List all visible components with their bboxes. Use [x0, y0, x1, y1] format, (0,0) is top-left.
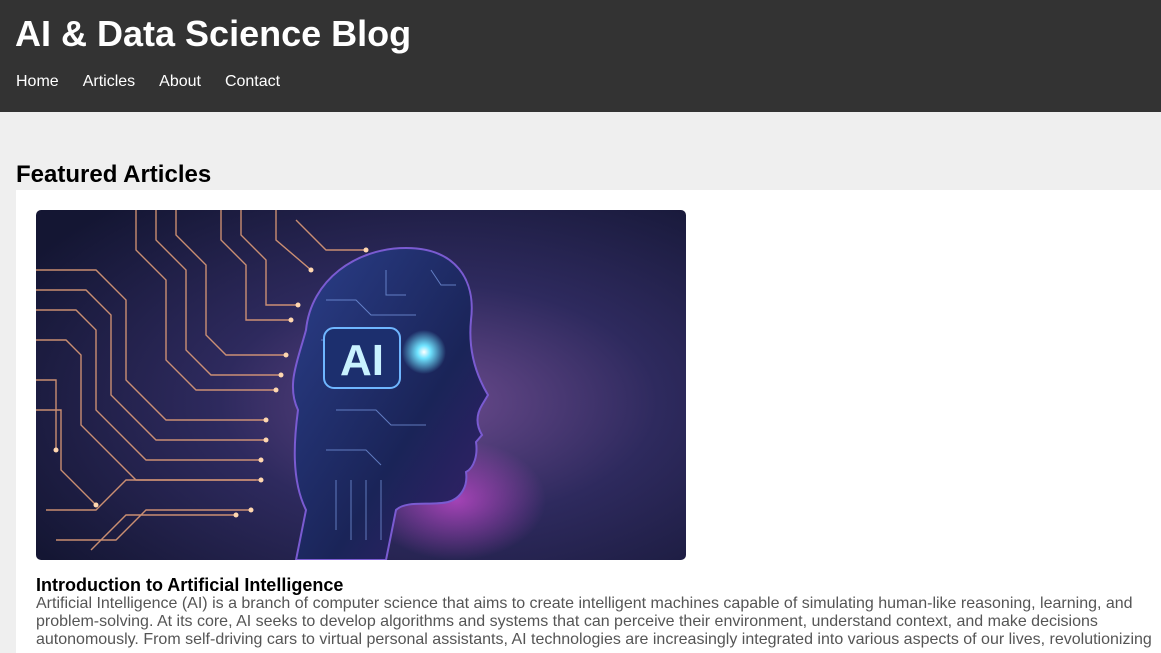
nav-link-contact[interactable]: Contact	[225, 72, 280, 92]
site-title: AI & Data Science Blog	[15, 13, 412, 54]
article-excerpt: Artificial Intelligence (AI) is a branch…	[36, 595, 1152, 648]
nav-link-articles[interactable]: Articles	[83, 72, 135, 92]
article-card: AI Introduction to Artificial Intelligen…	[16, 190, 1161, 653]
nav-link-about[interactable]: About	[159, 72, 201, 92]
ai-head-circuit-illustration-icon: AI	[36, 210, 686, 560]
article-image[interactable]: AI	[36, 210, 686, 560]
nav-link-home[interactable]: Home	[16, 72, 59, 92]
section-title-featured: Featured Articles	[16, 161, 212, 188]
ai-badge: AI	[340, 336, 384, 385]
main-nav: Home Articles About Contact	[16, 72, 304, 92]
article-title[interactable]: Introduction to Artificial Intelligence	[36, 574, 343, 596]
site-header: AI & Data Science Blog Home Articles Abo…	[0, 0, 1161, 112]
